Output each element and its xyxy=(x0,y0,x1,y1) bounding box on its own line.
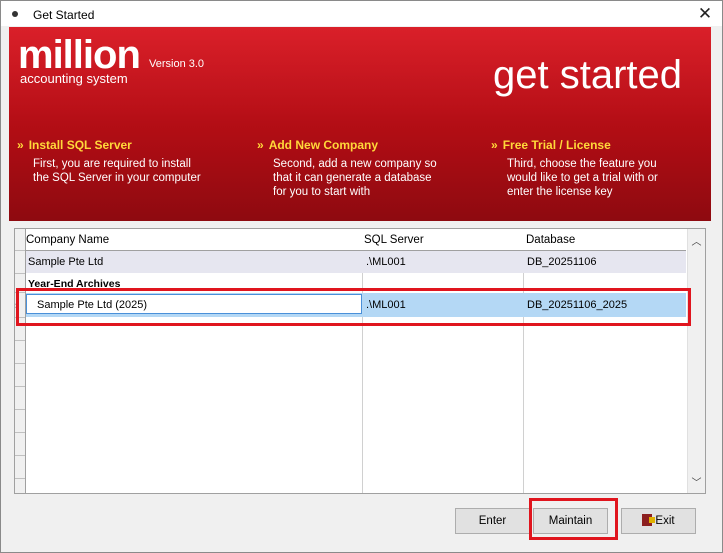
row-header[interactable] xyxy=(15,456,25,479)
close-icon[interactable]: ✕ xyxy=(688,1,722,27)
exit-button[interactable]: Exit xyxy=(621,508,696,534)
enter-button[interactable]: Enter xyxy=(455,508,530,534)
step-free-trial-license[interactable]: » Free Trial / License Third, choose the … xyxy=(491,138,711,199)
enter-button-label: Enter xyxy=(478,515,507,527)
step-install-sql-server[interactable]: » Install SQL Server First, you are requi… xyxy=(17,138,237,185)
step-add-new-company[interactable]: » Add New Company Second, add a new compa… xyxy=(257,138,477,199)
step-description: First, you are required to install the S… xyxy=(33,158,201,184)
row-header[interactable] xyxy=(15,433,25,456)
grid-columns: Company Name SQL Server Database Sample … xyxy=(26,229,686,493)
grid-header: Company Name SQL Server Database xyxy=(26,229,686,251)
version-label: Version 3.0 xyxy=(149,58,205,70)
title-bar: Get Started ✕ xyxy=(0,0,723,27)
million-logo: million xyxy=(18,33,141,77)
chevron-icon: » xyxy=(257,138,264,152)
step-title[interactable]: Free Trial / License xyxy=(503,138,611,152)
sql-server-cell[interactable]: .\ML001 xyxy=(366,256,406,268)
row-header[interactable] xyxy=(15,410,25,433)
banner-tagline: get started xyxy=(492,53,682,97)
window-body: million accounting system Version 3.0 ge… xyxy=(0,26,723,553)
step-description: Second, add a new company so that it can… xyxy=(273,158,437,198)
company-name-cell[interactable]: Sample Pte Ltd xyxy=(28,256,103,268)
scroll-up-icon[interactable]: ︿ xyxy=(688,233,705,248)
column-header-sql-server[interactable]: SQL Server xyxy=(364,234,424,246)
row-header-column[interactable]: › xyxy=(15,229,26,493)
row-header[interactable] xyxy=(15,341,25,364)
vertical-scrollbar[interactable]: ︿ ﹀ xyxy=(687,229,705,493)
chevron-icon: » xyxy=(17,138,24,152)
step-title[interactable]: Add New Company xyxy=(269,138,378,152)
exit-button-label: Exit xyxy=(655,515,675,527)
logo-subtitle: accounting system xyxy=(20,71,128,86)
exit-door-icon xyxy=(642,514,656,526)
company-grid[interactable]: › Company Name SQL Server Database Sampl… xyxy=(14,228,706,494)
column-header-company-name[interactable]: Company Name xyxy=(26,234,109,246)
database-cell[interactable]: DB_20251106 xyxy=(527,256,597,268)
highlight-box-maintain xyxy=(529,498,618,540)
step-title[interactable]: Install SQL Server xyxy=(29,138,132,152)
highlight-box-archive-row xyxy=(16,288,691,326)
step-description: Third, choose the feature you would like… xyxy=(507,158,658,198)
table-row[interactable]: Sample Pte Ltd .\ML001 DB_20251106 xyxy=(26,251,686,273)
window-title: Get Started xyxy=(33,8,95,22)
row-header[interactable] xyxy=(15,251,25,274)
scroll-down-icon[interactable]: ﹀ xyxy=(688,474,705,489)
row-header[interactable] xyxy=(15,364,25,387)
row-header xyxy=(15,229,25,251)
app-icon xyxy=(12,11,18,17)
get-started-banner: million accounting system Version 3.0 ge… xyxy=(9,27,711,221)
column-header-database[interactable]: Database xyxy=(526,234,575,246)
chevron-icon: » xyxy=(491,138,498,152)
row-header[interactable] xyxy=(15,387,25,410)
